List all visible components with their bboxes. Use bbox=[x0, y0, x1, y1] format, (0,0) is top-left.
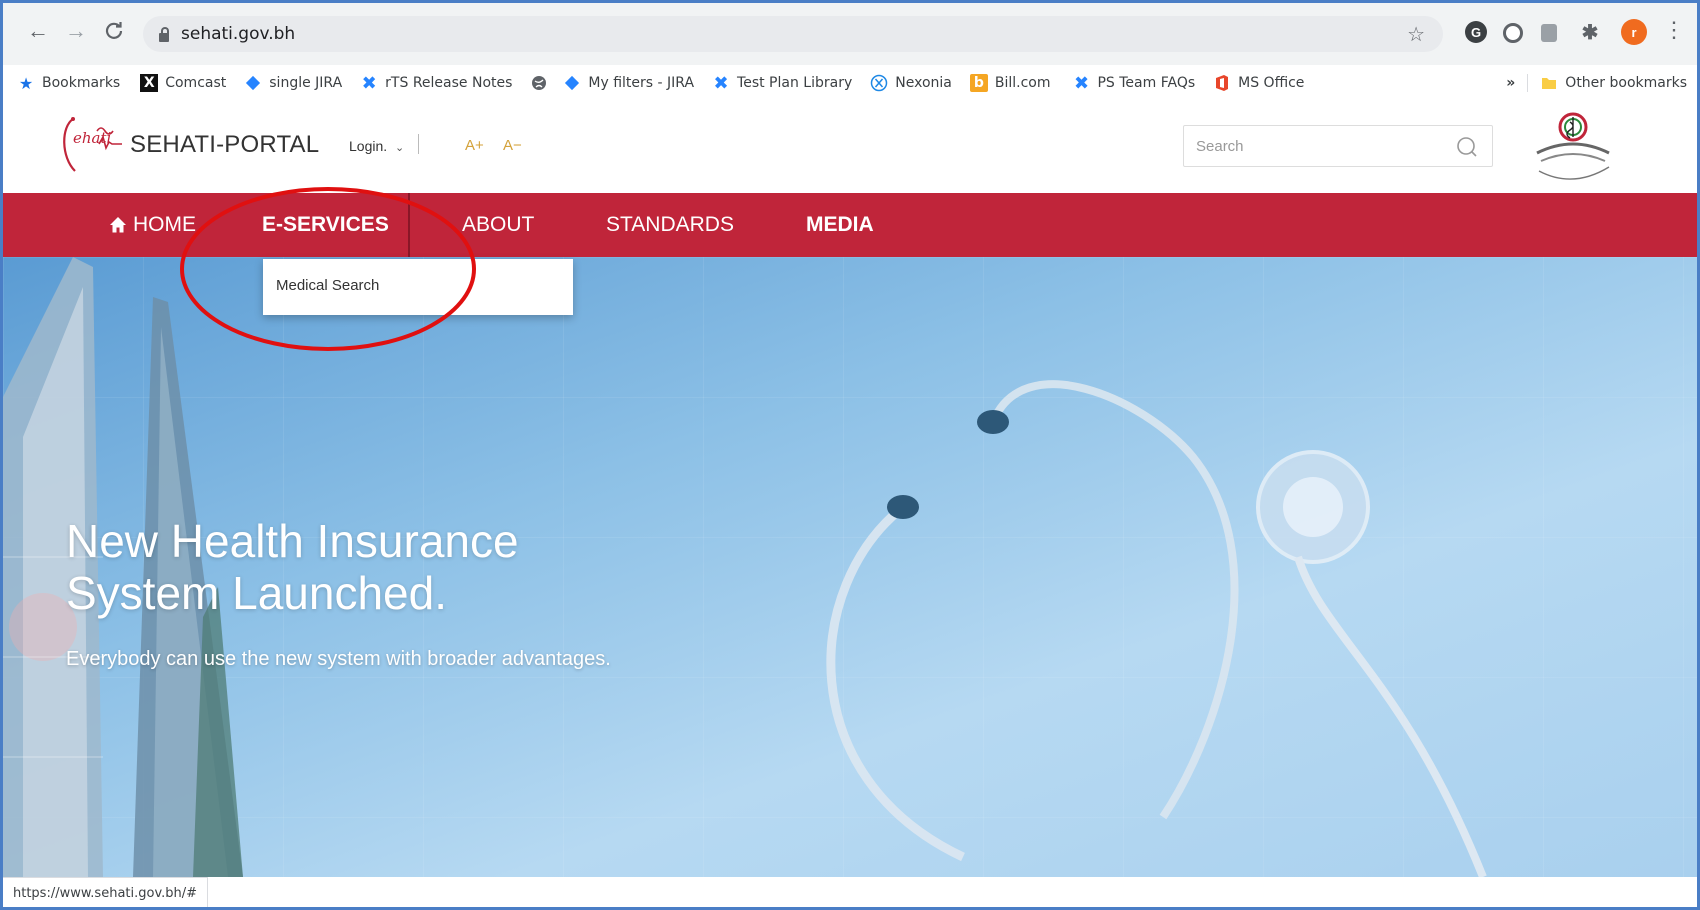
bookmarks-right: » Other bookmarks bbox=[1506, 74, 1687, 92]
hero-subtitle: Everybody can use the new system with br… bbox=[66, 648, 611, 670]
divider bbox=[418, 134, 419, 154]
browser-window: ← → sehati.gov.bh ☆ G ✱ r ⋮ ★ Bookmarks … bbox=[0, 0, 1700, 910]
address-bar[interactable]: sehati.gov.bh ☆ bbox=[143, 16, 1443, 52]
bookmark-globe[interactable] bbox=[530, 74, 555, 92]
bookmark-star-icon[interactable]: ☆ bbox=[1407, 22, 1425, 47]
jira-icon bbox=[563, 74, 581, 92]
nav-standards[interactable]: STANDARDS bbox=[606, 193, 734, 257]
browser-menu-icon[interactable]: ⋮ bbox=[1663, 19, 1685, 41]
status-bar-url: https://www.sehati.gov.bh/# bbox=[3, 877, 209, 907]
font-decrease-button[interactable]: A− bbox=[503, 137, 522, 154]
sehati-logo[interactable]: ehati bbox=[59, 113, 131, 177]
forward-button[interactable]: → bbox=[61, 16, 91, 46]
confluence-icon: ✖ bbox=[713, 72, 729, 94]
back-button[interactable]: ← bbox=[23, 16, 53, 46]
divider bbox=[1527, 74, 1529, 92]
nav-media[interactable]: MEDIA bbox=[806, 193, 874, 257]
bookmark-rts-release-notes[interactable]: ✖ rTS Release Notes bbox=[360, 72, 513, 94]
nexonia-icon bbox=[870, 74, 888, 92]
bookmark-ms-office[interactable]: MS Office bbox=[1213, 74, 1304, 92]
folder-icon bbox=[1540, 74, 1558, 92]
chevron-down-icon: ⌄ bbox=[395, 142, 405, 154]
login-dropdown[interactable]: Login. ⌄ bbox=[349, 138, 404, 154]
site-header: ehati SEHATI-PORTAL Login. ⌄ A+ A− bbox=[3, 101, 1697, 193]
confluence-icon: ✖ bbox=[361, 72, 377, 94]
star-icon: ★ bbox=[18, 73, 34, 93]
bookmark-bill-com[interactable]: b Bill.com bbox=[969, 74, 1050, 92]
bookmark-test-plan-library[interactable]: ✖ Test Plan Library bbox=[712, 72, 852, 94]
x-icon: X bbox=[140, 74, 159, 92]
office-icon bbox=[1213, 74, 1231, 92]
globe-icon bbox=[530, 74, 548, 92]
url-text: sehati.gov.bh bbox=[181, 24, 296, 44]
other-bookmarks[interactable]: Other bookmarks bbox=[1565, 75, 1687, 91]
stethoscope-illustration bbox=[826, 380, 1487, 877]
font-increase-button[interactable]: A+ bbox=[465, 137, 484, 154]
jira-icon bbox=[244, 74, 262, 92]
extension-icon-circle[interactable] bbox=[1503, 23, 1523, 43]
extension-icon-b[interactable] bbox=[1541, 24, 1557, 42]
browser-toolbar: ← → sehati.gov.bh ☆ G ✱ r ⋮ bbox=[3, 3, 1697, 65]
portal-name[interactable]: SEHATI-PORTAL bbox=[130, 131, 319, 159]
bookmark-bookmarks[interactable]: ★ Bookmarks bbox=[17, 73, 120, 93]
confluence-icon: ✖ bbox=[1073, 72, 1090, 94]
extension-icon-g[interactable]: G bbox=[1465, 21, 1487, 43]
bookmark-single-jira[interactable]: single JIRA bbox=[244, 74, 342, 92]
home-icon bbox=[110, 217, 126, 233]
bill-icon: b bbox=[969, 74, 988, 92]
bookmark-my-filters-jira[interactable]: My filters - JIRA bbox=[563, 74, 694, 92]
bookmark-ps-team-faqs[interactable]: ✖ PS Team FAQs bbox=[1072, 72, 1195, 94]
search-icon[interactable] bbox=[1456, 136, 1478, 158]
hero-title: New Health Insurance System Launched. bbox=[66, 515, 519, 619]
supreme-council-of-health-logo bbox=[1536, 112, 1610, 180]
bookmark-nexonia[interactable]: Nexonia bbox=[870, 74, 952, 92]
profile-avatar[interactable]: r bbox=[1621, 19, 1647, 45]
reload-button[interactable] bbox=[99, 16, 129, 46]
bookmarks-overflow-button[interactable]: » bbox=[1506, 75, 1515, 91]
search-input[interactable] bbox=[1194, 126, 1438, 166]
extensions-puzzle-icon[interactable]: ✱ bbox=[1579, 21, 1601, 44]
lock-icon bbox=[159, 26, 169, 42]
search-box bbox=[1183, 125, 1493, 167]
reload-icon bbox=[105, 22, 123, 39]
annotation-circle bbox=[180, 187, 476, 351]
bookmark-comcast[interactable]: X Comcast bbox=[140, 74, 226, 92]
bookmarks-bar: ★ Bookmarks X Comcast single JIRA ✖ rTS … bbox=[3, 65, 1697, 102]
